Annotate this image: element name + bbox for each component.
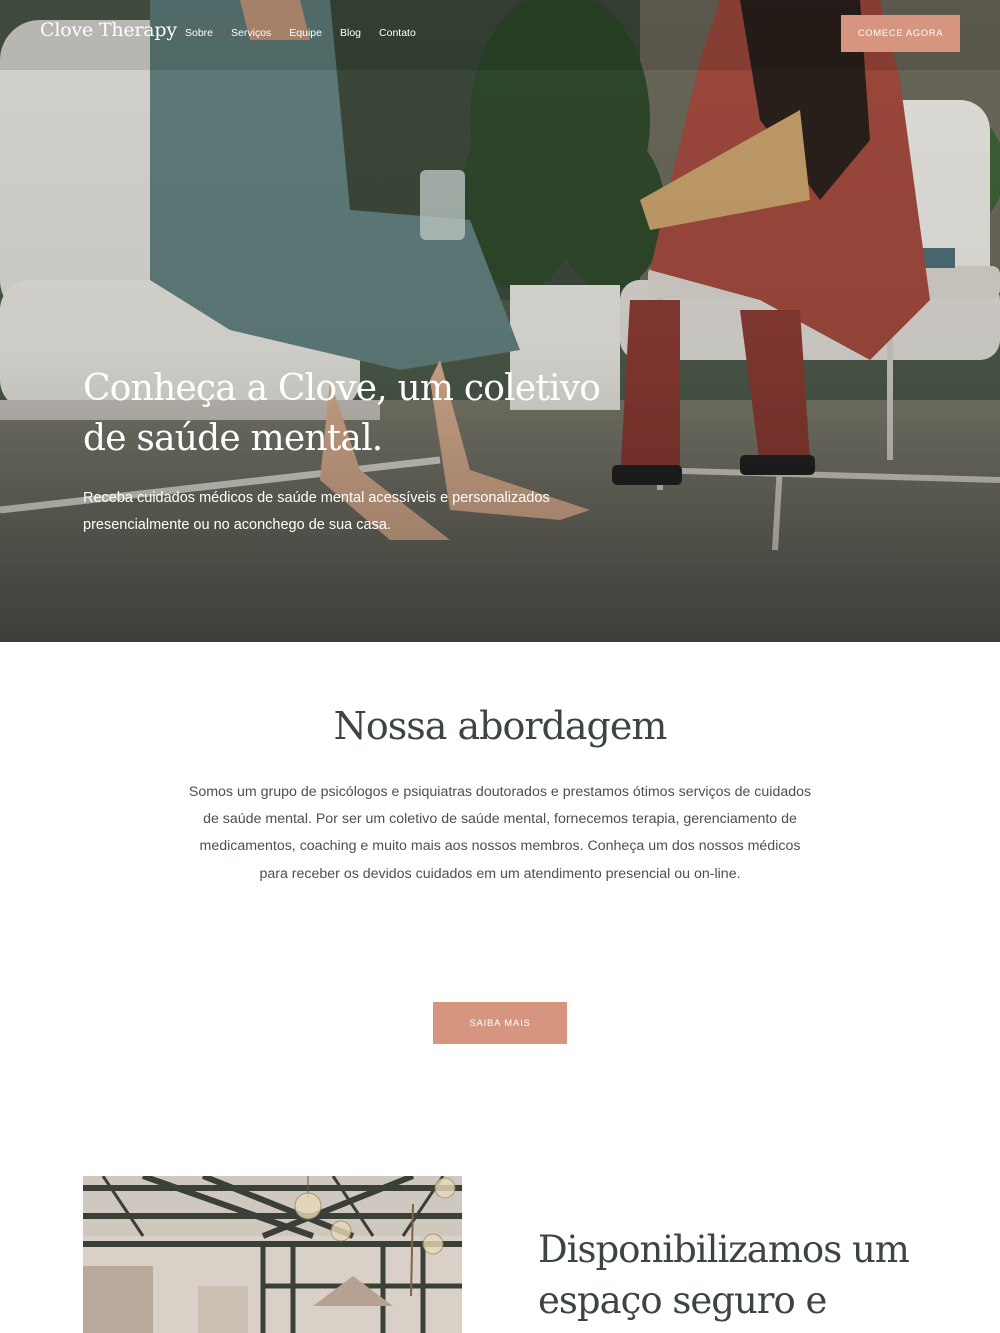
approach-body: Somos um grupo de psicólogos e psiquiatr… xyxy=(188,784,812,882)
hero-title: Conheça a Clove, um coletivo de saúde me… xyxy=(83,368,601,459)
top-navigation: Clove Therapy Sobre Serviços Equipe Blog… xyxy=(0,0,1000,66)
hero-photo xyxy=(0,0,1000,642)
safe-space-title: Disponibilizamos um espaço seguro e xyxy=(538,1228,910,1322)
hero-section: Clove Therapy Sobre Serviços Equipe Blog… xyxy=(0,0,1000,642)
nav-links: Sobre Serviços Equipe Blog Contato xyxy=(185,27,416,39)
hero-subtitle: Receba cuidados médicos de saúde mental … xyxy=(83,490,550,533)
nav-link-contato[interactable]: Contato xyxy=(379,27,416,39)
approach-title: Nossa abordagem xyxy=(333,704,668,748)
nav-link-servicos[interactable]: Serviços xyxy=(231,27,271,39)
nav-link-blog[interactable]: Blog xyxy=(340,27,361,39)
site-logo[interactable]: Clove Therapy xyxy=(40,19,177,41)
get-started-button[interactable]: COMECE AGORA xyxy=(841,15,960,52)
learn-more-button[interactable]: SAIBA MAIS xyxy=(433,1002,567,1044)
nav-link-sobre[interactable]: Sobre xyxy=(185,27,213,39)
greenhouse-photo xyxy=(83,1176,462,1333)
nav-link-equipe[interactable]: Equipe xyxy=(289,27,322,39)
